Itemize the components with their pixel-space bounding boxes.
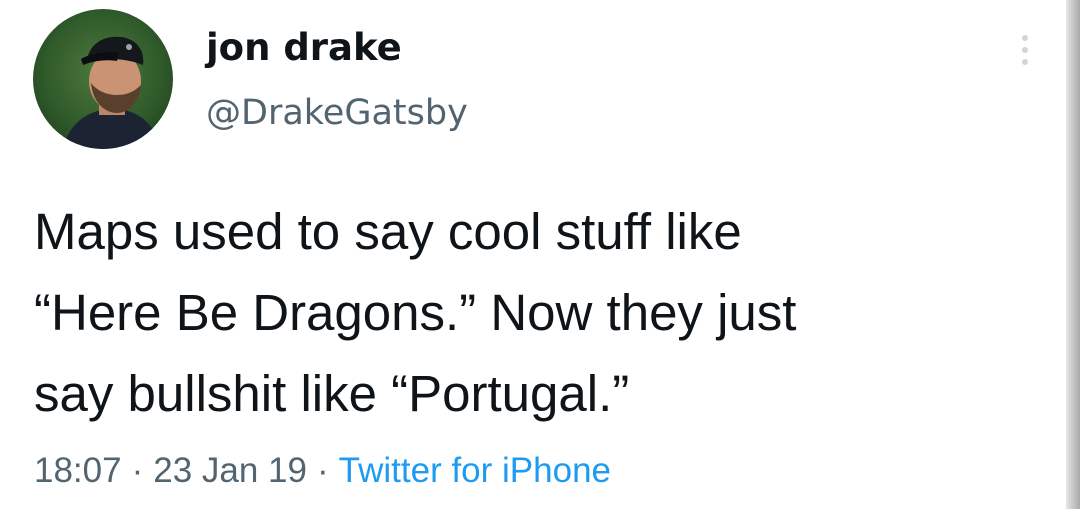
tweet-date[interactable]: 23 Jan 19 bbox=[153, 451, 307, 490]
tweet-metadata: 18:07 · 23 Jan 19 · Twitter for iPhone bbox=[34, 447, 611, 495]
more-options-icon-dot bbox=[1022, 59, 1028, 65]
tweet-text-line: Maps used to say cool stuff like bbox=[34, 203, 742, 260]
tweet-text: Maps used to say cool stuff like “Here B… bbox=[34, 191, 1054, 434]
frame-edge bbox=[1066, 0, 1080, 509]
user-handle[interactable]: @DrakeGatsby bbox=[206, 90, 468, 136]
display-name[interactable]: jon drake bbox=[206, 24, 402, 72]
more-options-icon-dot bbox=[1022, 47, 1028, 53]
tweet-source-link[interactable]: Twitter for iPhone bbox=[339, 451, 611, 490]
tweet-text-line: say bullshit like “Portugal.” bbox=[34, 365, 630, 422]
meta-separator: · bbox=[131, 451, 144, 490]
more-options-button[interactable] bbox=[1012, 30, 1038, 70]
tweet-text-line: “Here Be Dragons.” Now they just bbox=[34, 284, 797, 341]
tweet-card: jon drake @DrakeGatsby Maps used to say … bbox=[0, 0, 1080, 509]
tweet-time[interactable]: 18:07 bbox=[34, 451, 122, 490]
more-options-icon bbox=[1022, 35, 1028, 41]
meta-separator: · bbox=[317, 451, 329, 490]
avatar[interactable] bbox=[33, 9, 173, 149]
user-avatar-photo-icon bbox=[33, 9, 173, 149]
